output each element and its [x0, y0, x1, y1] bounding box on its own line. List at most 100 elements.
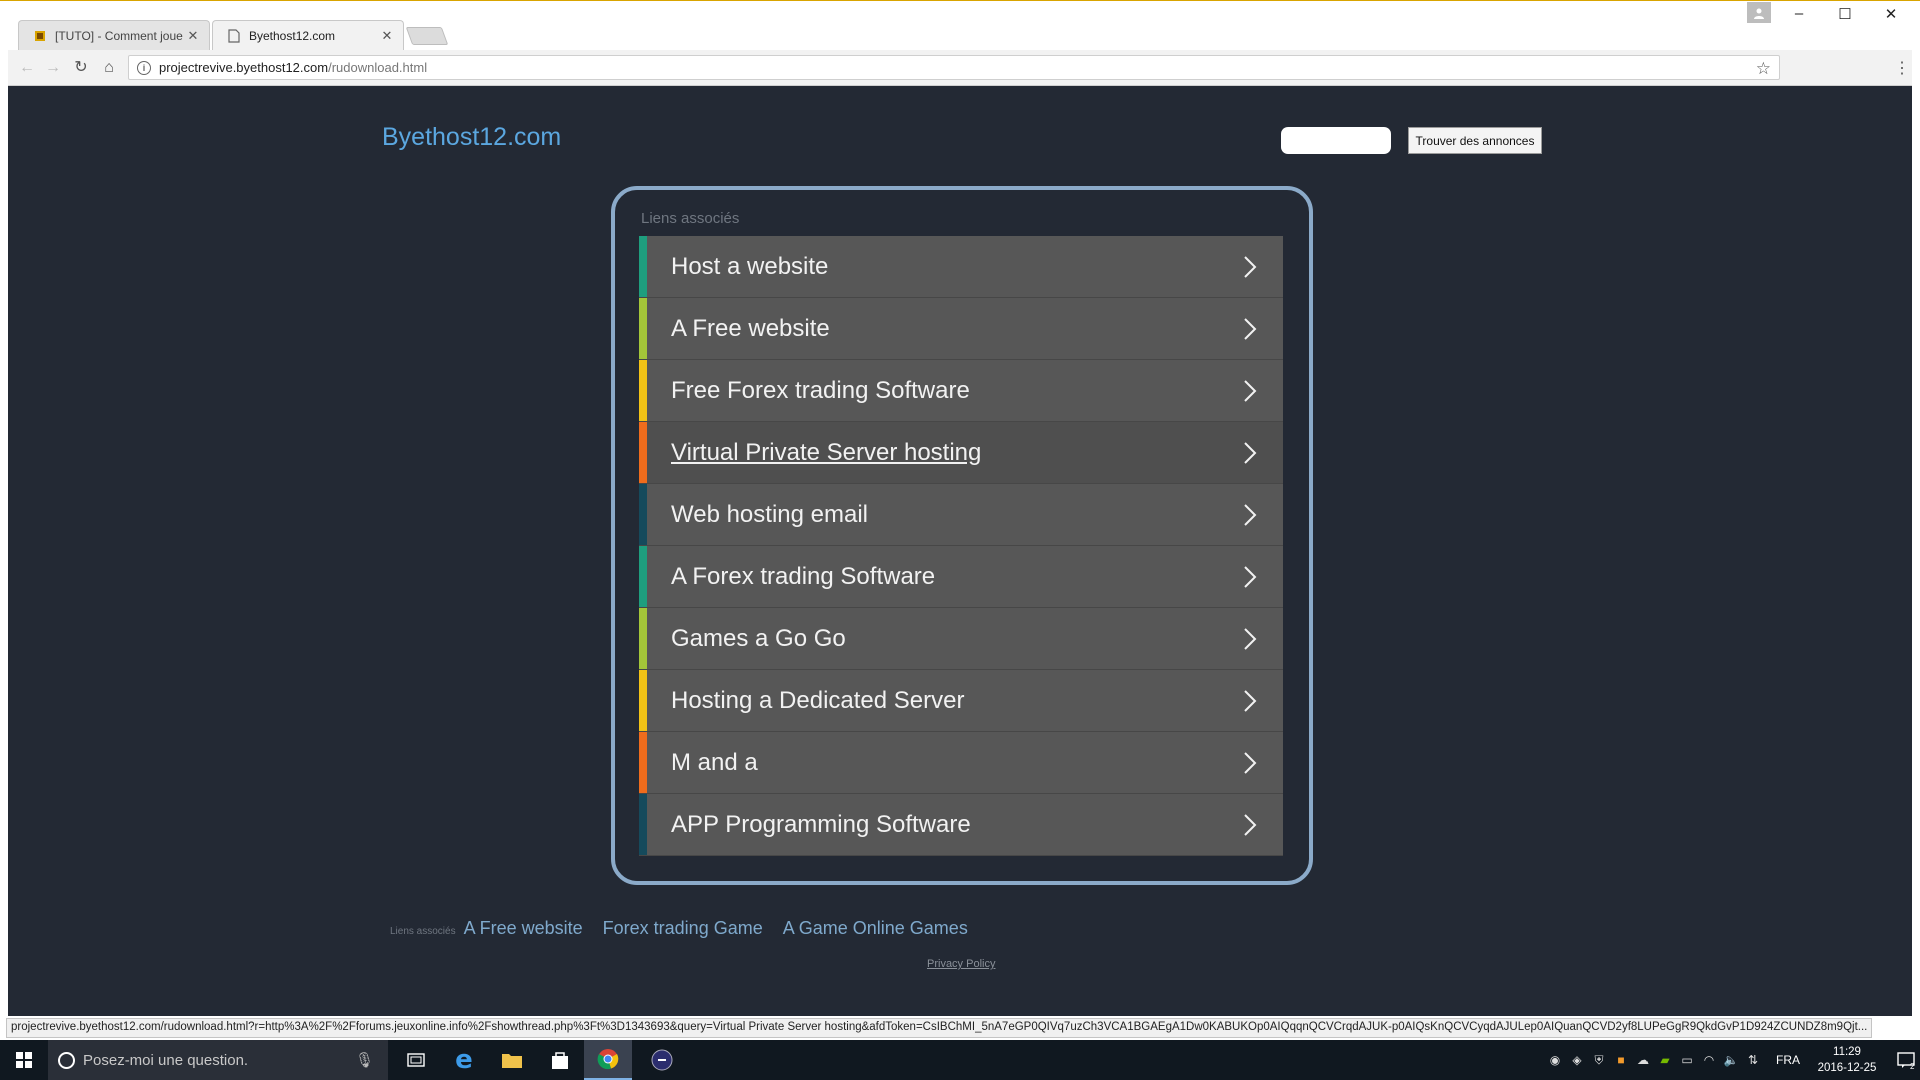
footer-link[interactable]: A Game Online Games: [783, 918, 968, 939]
clock-time: 11:29: [1833, 1046, 1861, 1058]
taskbar: Posez-moi une question. 🎙 e ◉ ◈ ⛨ ■ ☁ ▰ …: [0, 1040, 1920, 1080]
related-links-panel: Liens associés Host a website A Free web…: [611, 186, 1313, 885]
link-item[interactable]: APP Programming Software: [639, 794, 1283, 856]
page-icon: [227, 28, 241, 43]
volume-icon[interactable]: 🔈: [1720, 1040, 1742, 1080]
tray-app-icon[interactable]: ◉: [1544, 1040, 1566, 1080]
edge-browser-icon[interactable]: e: [440, 1040, 488, 1080]
notification-center-icon[interactable]: 2: [1884, 1040, 1920, 1080]
link-item[interactable]: Free Forex trading Software: [639, 360, 1283, 422]
link-label: Hosting a Dedicated Server: [671, 686, 965, 714]
windows-start-icon[interactable]: [0, 1040, 48, 1080]
chevron-right-icon: [1244, 255, 1257, 278]
menu-icon[interactable]: ⋮: [1894, 58, 1910, 78]
shield-icon[interactable]: ⛨: [1588, 1040, 1610, 1080]
search-input[interactable]: [1281, 127, 1391, 154]
tab-title: Byethost12.com: [249, 28, 336, 43]
color-stripe: [639, 484, 647, 545]
link-label: APP Programming Software: [671, 810, 971, 838]
link-label: Virtual Private Server hosting: [671, 438, 982, 466]
color-stripe: [639, 298, 647, 359]
wifi-icon[interactable]: ◠: [1698, 1040, 1720, 1080]
link-item[interactable]: A Forex trading Software: [639, 546, 1283, 608]
tab-byethost[interactable]: Byethost12.com ✕: [212, 20, 404, 50]
chevron-right-icon: [1244, 689, 1257, 712]
link-item[interactable]: Host a website: [639, 236, 1283, 298]
store-icon[interactable]: [536, 1040, 584, 1080]
link-label: A Free website: [671, 314, 830, 342]
tab-title: [TUTO] - Comment jouer: [55, 28, 183, 43]
color-stripe: [639, 794, 647, 855]
close-icon[interactable]: ✕: [377, 28, 397, 44]
url-path: /rudownload.html: [328, 60, 428, 75]
link-label: A Forex trading Software: [671, 562, 936, 590]
minimize-icon[interactable]: –: [1776, 5, 1822, 29]
cortana-icon: [58, 1051, 75, 1069]
close-window-icon[interactable]: ✕: [1868, 5, 1914, 29]
microphone-icon[interactable]: 🎙: [355, 1051, 374, 1069]
language-indicator[interactable]: FRA: [1776, 1053, 1800, 1067]
link-item[interactable]: Hosting a Dedicated Server: [639, 670, 1283, 732]
chevron-right-icon: [1244, 565, 1257, 588]
color-stripe: [639, 422, 647, 483]
link-list: Host a website A Free website Free Forex…: [639, 236, 1283, 856]
network-icon[interactable]: ⇅: [1742, 1040, 1764, 1080]
new-tab-button[interactable]: [405, 27, 449, 45]
orange-app-icon[interactable]: ■: [1610, 1040, 1632, 1080]
color-stripe: [639, 546, 647, 607]
task-view-icon[interactable]: [392, 1040, 440, 1080]
link-item[interactable]: M and a: [639, 732, 1283, 794]
battery-icon[interactable]: ▭: [1676, 1040, 1698, 1080]
footer-link[interactable]: A Free website: [464, 918, 583, 939]
back-icon[interactable]: ←: [16, 58, 38, 78]
clock[interactable]: 11:29 2016-12-25: [1810, 1044, 1884, 1076]
nvidia-icon[interactable]: ▰: [1654, 1040, 1676, 1080]
media-app-icon[interactable]: [638, 1040, 686, 1080]
panel-label: Liens associés: [641, 210, 740, 227]
chevron-right-icon: [1244, 317, 1257, 340]
chevron-right-icon: [1244, 503, 1257, 526]
color-stripe: [639, 236, 647, 297]
link-item[interactable]: Games a Go Go: [639, 608, 1283, 670]
cortana-search[interactable]: Posez-moi une question. 🎙: [48, 1040, 388, 1080]
steam-icon[interactable]: ◈: [1566, 1040, 1588, 1080]
chevron-right-icon: [1244, 813, 1257, 836]
search-button[interactable]: Trouver des annonces: [1408, 127, 1542, 154]
color-stripe: [639, 732, 647, 793]
tab-strip: [TUTO] - Comment jouer ✕ Byethost12.com …: [0, 1, 1920, 50]
bookmark-star-icon[interactable]: ☆: [1756, 59, 1771, 79]
cloud-icon[interactable]: ☁: [1632, 1040, 1654, 1080]
footer-link[interactable]: Forex trading Game: [603, 918, 763, 939]
status-bar-url: projectrevive.byethost12.com/rudownload.…: [6, 1018, 1873, 1038]
footer-label: Liens associés: [390, 926, 456, 937]
reload-icon[interactable]: ↻: [70, 58, 92, 78]
forward-icon[interactable]: →: [42, 58, 64, 78]
link-label: M and a: [671, 748, 758, 776]
web-page: Byethost12.com Trouver des annonces Lien…: [8, 86, 1912, 1016]
tab-tuto[interactable]: [TUTO] - Comment jouer ✕: [18, 20, 210, 50]
chevron-right-icon: [1244, 379, 1257, 402]
address-bar[interactable]: i projectrevive.byethost12.com/rudownloa…: [128, 55, 1780, 80]
site-title[interactable]: Byethost12.com: [382, 123, 561, 152]
color-stripe: [639, 670, 647, 731]
browser-chrome: [TUTO] - Comment jouer ✕ Byethost12.com …: [0, 0, 1920, 86]
chrome-icon[interactable]: [584, 1040, 632, 1080]
link-item[interactable]: Virtual Private Server hosting: [639, 422, 1283, 484]
link-label: Games a Go Go: [671, 624, 846, 652]
info-icon[interactable]: i: [137, 60, 151, 75]
chevron-right-icon: [1244, 627, 1257, 650]
link-label: Web hosting email: [671, 500, 868, 528]
jeuxonline-favicon-icon: [33, 29, 47, 43]
notification-count: 2: [1910, 1062, 1915, 1070]
privacy-policy-link[interactable]: Privacy Policy: [927, 958, 995, 970]
browser-toolbar: ← → ↻ ⌂ i projectrevive.byethost12.com/r…: [8, 50, 1912, 86]
link-item[interactable]: A Free website: [639, 298, 1283, 360]
link-item[interactable]: Web hosting email: [639, 484, 1283, 546]
home-icon[interactable]: ⌂: [98, 58, 120, 78]
close-icon[interactable]: ✕: [183, 28, 203, 44]
maximize-icon[interactable]: ☐: [1822, 5, 1868, 29]
file-explorer-icon[interactable]: [488, 1040, 536, 1080]
color-stripe: [639, 360, 647, 421]
user-profile-icon[interactable]: [1747, 2, 1771, 23]
chevron-right-icon: [1244, 441, 1257, 464]
